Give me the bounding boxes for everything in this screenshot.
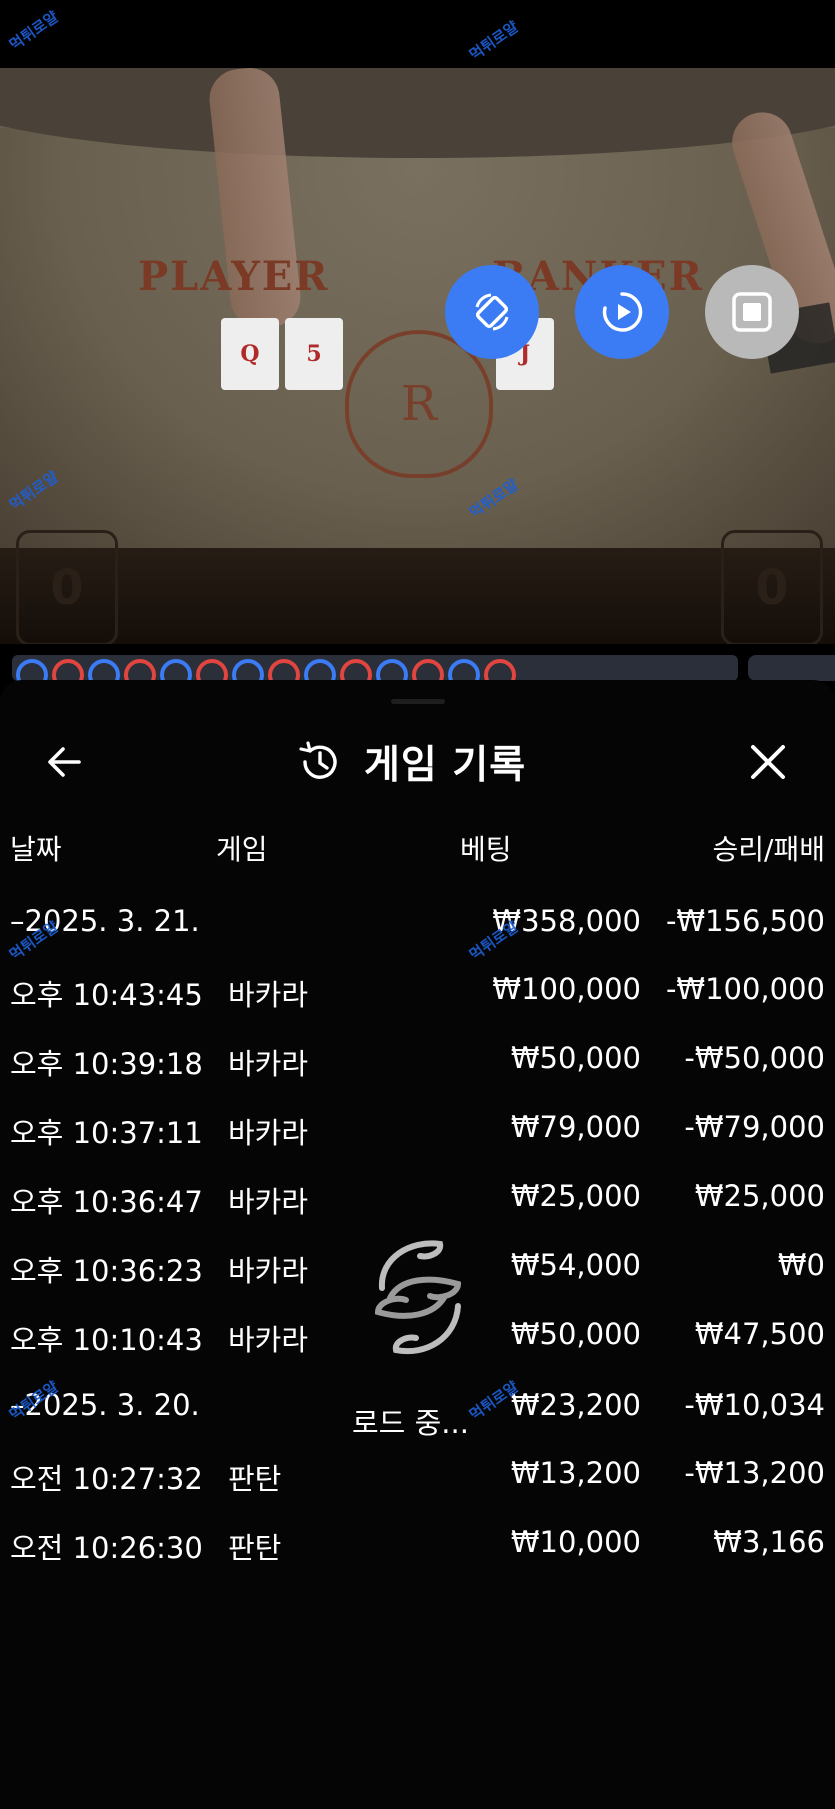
table-row[interactable]: 오후 10:43:45 바카라 ₩100,000 -₩100,000 bbox=[0, 958, 835, 1027]
title-group: 게임 기록 bbox=[296, 734, 526, 790]
sheet-header: 게임 기록 bbox=[0, 716, 835, 804]
entry-game: 바카라 bbox=[228, 1116, 309, 1150]
roadmap-player-dot bbox=[448, 659, 480, 681]
entry-result: ₩47,500 bbox=[694, 1317, 825, 1351]
column-bet: 베팅 bbox=[460, 833, 512, 866]
entry-time: 오전 10:26:30 bbox=[10, 1531, 203, 1565]
entry-game: 바카라 bbox=[228, 1047, 309, 1081]
entry-time: 오후 10:36:47 bbox=[10, 1185, 203, 1219]
table-row[interactable]: 오후 10:37:11 바카라 ₩79,000 -₩79,000 bbox=[0, 1096, 835, 1165]
entry-bet: ₩50,000 bbox=[510, 1041, 641, 1075]
entry-result: ₩3,166 bbox=[713, 1525, 825, 1559]
entry-bet: ₩50,000 bbox=[510, 1317, 641, 1351]
entry-result: -₩100,000 bbox=[665, 972, 825, 1006]
entry-time: 오후 10:37:11 bbox=[10, 1116, 203, 1150]
date-group-row[interactable]: –2025. 3. 21. ₩358,000 -₩156,500 bbox=[0, 888, 835, 958]
banker-score: 0 bbox=[721, 530, 823, 644]
status-bar bbox=[0, 0, 835, 68]
roadmap-banker-dot bbox=[412, 659, 444, 681]
entry-game: 판탄 bbox=[228, 1462, 282, 1496]
entry-bet: ₩13,200 bbox=[510, 1456, 641, 1490]
replay-icon bbox=[602, 292, 643, 332]
entry-time: 오후 10:10:43 bbox=[10, 1323, 203, 1357]
roadmap-player-dot bbox=[304, 659, 336, 681]
loading-spinner-icon bbox=[374, 1240, 462, 1355]
entry-game: 바카라 bbox=[228, 978, 309, 1012]
arrow-left-icon bbox=[48, 747, 81, 777]
roadmap-banker-dot bbox=[484, 659, 516, 681]
group-result-total: -₩10,034 bbox=[684, 1388, 825, 1422]
loading-label: 로드 중... bbox=[352, 1406, 469, 1440]
column-game: 게임 bbox=[216, 833, 268, 866]
entry-game: 바카라 bbox=[228, 1254, 309, 1288]
table-row[interactable]: 오후 10:39:18 바카라 ₩50,000 -₩50,000 bbox=[0, 1027, 835, 1096]
player-card: Q bbox=[221, 318, 279, 390]
entry-game: 바카라 bbox=[228, 1185, 309, 1219]
roadmap-player-dot bbox=[16, 659, 48, 681]
table-rim bbox=[0, 68, 835, 158]
entry-result: -₩13,200 bbox=[684, 1456, 825, 1490]
roadmap-banker-dot bbox=[124, 659, 156, 681]
roadmap-player-dot bbox=[88, 659, 120, 681]
group-result-total: -₩156,500 bbox=[665, 904, 825, 938]
entry-time: 오후 10:39:18 bbox=[10, 1047, 203, 1081]
replay-button[interactable] bbox=[575, 265, 669, 359]
entry-result: ₩25,000 bbox=[694, 1179, 825, 1213]
entry-bet: ₩10,000 bbox=[510, 1525, 641, 1559]
back-button[interactable] bbox=[40, 738, 88, 786]
close-icon bbox=[751, 745, 785, 779]
roadmap-banker-dot bbox=[52, 659, 84, 681]
entry-time: 오전 10:27:32 bbox=[10, 1462, 203, 1496]
player-label: PLAYER bbox=[138, 253, 330, 300]
entry-bet: ₩25,000 bbox=[510, 1179, 641, 1213]
rotate-screen-button[interactable] bbox=[445, 265, 539, 359]
entry-game: 바카라 bbox=[228, 1323, 309, 1357]
player-card: 5 bbox=[285, 318, 343, 390]
page-title: 게임 기록 bbox=[364, 743, 527, 788]
column-date: 날짜 bbox=[10, 833, 62, 866]
entry-time: 오후 10:43:45 bbox=[10, 978, 203, 1012]
sheet-grabber[interactable] bbox=[391, 699, 445, 704]
entry-result: -₩50,000 bbox=[684, 1041, 825, 1075]
roadmap-side-panel[interactable] bbox=[748, 655, 835, 681]
roadmap-banker-dot bbox=[340, 659, 372, 681]
roadmap-player-dot bbox=[232, 659, 264, 681]
player-score: 0 bbox=[16, 530, 118, 644]
entry-bet: ₩79,000 bbox=[510, 1110, 641, 1144]
close-button[interactable] bbox=[744, 738, 792, 786]
roadmap-player-dot bbox=[376, 659, 408, 681]
entry-game: 판탄 bbox=[228, 1531, 282, 1565]
table-row[interactable]: 오후 10:36:47 바카라 ₩25,000 ₩25,000 bbox=[0, 1165, 835, 1234]
entry-bet: ₩100,000 bbox=[492, 972, 641, 1006]
table-row[interactable]: 오전 10:26:30 판탄 ₩10,000 ₩3,166 bbox=[0, 1511, 835, 1580]
stop-icon bbox=[732, 292, 772, 332]
rotate-screen-icon bbox=[475, 293, 509, 331]
history-clock-icon bbox=[299, 741, 337, 779]
roadmap-bar[interactable] bbox=[12, 655, 738, 681]
group-bet-total: ₩23,200 bbox=[510, 1388, 641, 1422]
roadmap-player-dot bbox=[160, 659, 192, 681]
crest-letter: R bbox=[400, 376, 438, 432]
entry-result: ₩0 bbox=[777, 1248, 825, 1282]
entry-time: 오후 10:36:23 bbox=[10, 1254, 203, 1288]
entry-result: -₩79,000 bbox=[684, 1110, 825, 1144]
roadmap-banker-dot bbox=[196, 659, 228, 681]
roadmap-banker-dot bbox=[268, 659, 300, 681]
entry-bet: ₩54,000 bbox=[510, 1248, 641, 1282]
column-result: 승리/패배 bbox=[712, 833, 825, 866]
table-row[interactable]: 오전 10:27:32 판탄 ₩13,200 -₩13,200 bbox=[0, 1442, 835, 1511]
table-header: 날짜 게임 베팅 승리/패배 bbox=[0, 828, 835, 868]
stop-button[interactable] bbox=[705, 265, 799, 359]
live-video[interactable]: PLAYER BANKER Q 5 J R 0 0 bbox=[0, 68, 835, 644]
